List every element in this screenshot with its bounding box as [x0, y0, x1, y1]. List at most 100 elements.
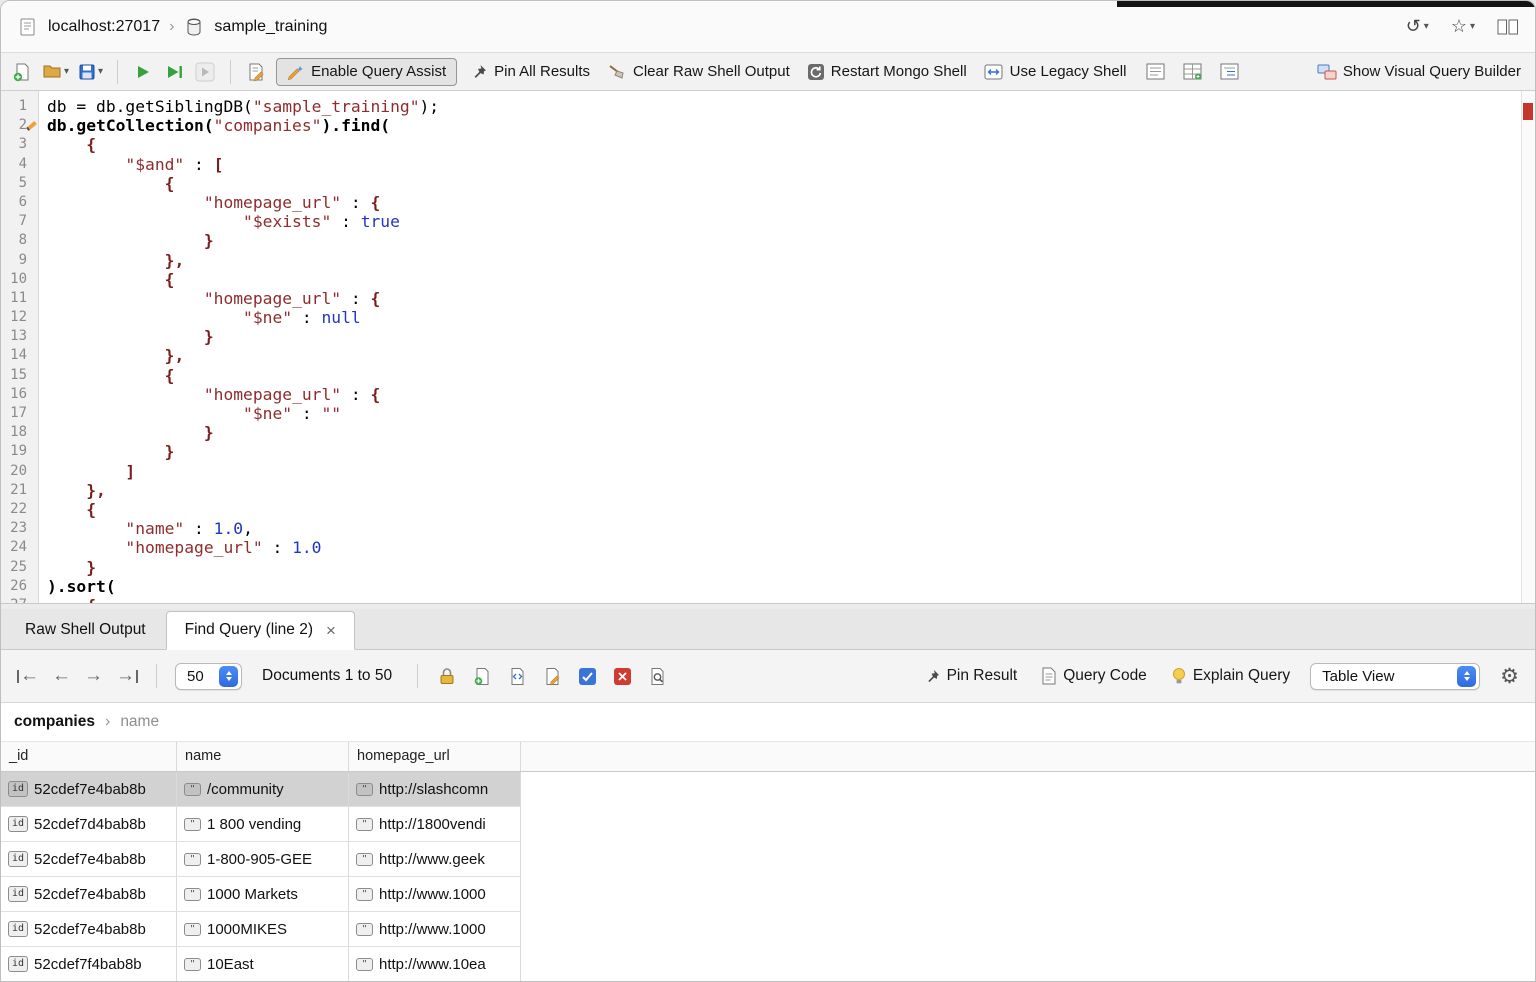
tab-raw-shell-output[interactable]: Raw Shell Output	[7, 612, 164, 649]
cell-id[interactable]: id52cdef7e4bab8b	[1, 912, 177, 946]
cell-id[interactable]: id52cdef7d4bab8b	[1, 807, 177, 841]
run-button[interactable]	[132, 60, 154, 84]
results-settings-button[interactable]: ⚙	[1500, 664, 1519, 689]
table-row[interactable]: id52cdef7e4bab8b"/community"http://slash…	[1, 772, 520, 807]
cell-name[interactable]: "1000 Markets	[177, 877, 349, 911]
table-row[interactable]: id52cdef7f4bab8b"10East"http://www.10ea	[1, 947, 520, 982]
next-page-button[interactable]: →	[84, 665, 103, 687]
cell-homepage-url[interactable]: "http://www.10ea	[349, 947, 520, 981]
editor-line[interactable]: 23 "name" : 1.0,	[1, 519, 1520, 538]
editor-line[interactable]: 3 {	[1, 135, 1520, 154]
cell-homepage-url[interactable]: "http://1800vendi	[349, 807, 520, 841]
column-header-id[interactable]: _id	[1, 742, 177, 771]
breadcrumb-collection[interactable]: companies	[14, 713, 95, 731]
editor-line[interactable]: 16 "homepage_url" : {	[1, 385, 1520, 404]
editor-line[interactable]: 27 {	[1, 596, 1520, 604]
view-mode-select[interactable]: Table View	[1310, 663, 1480, 690]
breadcrumb-field[interactable]: name	[120, 713, 159, 731]
favorites-button[interactable]: ☆▾	[1451, 16, 1475, 37]
lock-results-button[interactable]	[436, 664, 458, 688]
show-visual-query-builder-button[interactable]: Show Visual Query Builder	[1313, 61, 1525, 83]
editor-line[interactable]: 14 },	[1, 346, 1520, 365]
table-row[interactable]: id52cdef7e4bab8b"1-800-905-GEE"http://ww…	[1, 842, 520, 877]
last-page-button[interactable]: →	[116, 665, 138, 687]
query-code-button[interactable]: Query Code	[1037, 665, 1151, 687]
table-row[interactable]: id52cdef7e4bab8b"1000 Markets"http://www…	[1, 877, 520, 912]
shell-script-editor[interactable]: 1db = db.getSiblingDB("sample_training")…	[1, 91, 1535, 604]
open-button[interactable]: ▾	[42, 60, 69, 84]
editor-line[interactable]: 12 "$ne" : null	[1, 308, 1520, 327]
cell-homepage-url[interactable]: "http://slashcomn	[349, 772, 520, 806]
close-icon[interactable]: ×	[326, 622, 336, 639]
edit-query-button[interactable]	[245, 60, 267, 84]
cell-name[interactable]: "1 800 vending	[177, 807, 349, 841]
editor-line[interactable]: 1db = db.getSiblingDB("sample_training")…	[1, 97, 1520, 116]
editor-line[interactable]: 21 },	[1, 481, 1520, 500]
query-history-button[interactable]: ↺▾	[1406, 16, 1429, 37]
run-selection-button[interactable]	[194, 60, 216, 84]
editor-line[interactable]: 13 }	[1, 327, 1520, 346]
editor-line[interactable]: 10 {	[1, 270, 1520, 289]
cell-homepage-url[interactable]: "http://www.1000	[349, 912, 520, 946]
cell-homepage-url[interactable]: "http://www.geek	[349, 842, 520, 876]
editor-line[interactable]: 11 "homepage_url" : {	[1, 289, 1520, 308]
editor-line[interactable]: 26).sort(	[1, 577, 1520, 596]
first-page-button[interactable]: ←	[17, 665, 39, 687]
editor-line[interactable]: 2db.getCollection("companies").find(	[1, 116, 1520, 135]
tree-results-view-button[interactable]	[1219, 60, 1241, 84]
cell-name[interactable]: "/community	[177, 772, 349, 806]
previous-page-button[interactable]: ←	[52, 665, 71, 687]
editor-line[interactable]: 5 {	[1, 174, 1520, 193]
cell-homepage-url[interactable]: "http://www.1000	[349, 877, 520, 911]
editor-line[interactable]: 24 "homepage_url" : 1.0	[1, 538, 1520, 557]
column-header-homepage-url[interactable]: homepage_url	[349, 742, 521, 771]
editor-line[interactable]: 25 }	[1, 558, 1520, 577]
editor-line[interactable]: 7 "$exists" : true	[1, 212, 1520, 231]
table-row[interactable]: id52cdef7d4bab8b"1 800 vending"http://18…	[1, 807, 520, 842]
pin-result-button[interactable]: Pin Result	[920, 665, 1022, 687]
editor-line[interactable]: 19 }	[1, 442, 1520, 461]
run-to-cursor-button[interactable]	[163, 60, 185, 84]
cell-id[interactable]: id52cdef7e4bab8b	[1, 842, 177, 876]
cell-name[interactable]: "10East	[177, 947, 349, 981]
delete-documents-button[interactable]	[611, 664, 633, 688]
grid-results-view-button[interactable]	[1182, 60, 1204, 84]
edit-document-button[interactable]	[541, 664, 563, 688]
add-document-button[interactable]	[471, 664, 493, 688]
restart-mongo-shell-button[interactable]: Restart Mongo Shell	[803, 61, 971, 83]
use-legacy-shell-button[interactable]: Use Legacy Shell	[980, 61, 1131, 83]
editor-line[interactable]: 22 {	[1, 500, 1520, 519]
new-script-button[interactable]	[11, 60, 33, 84]
editor-line[interactable]: 8 }	[1, 231, 1520, 250]
table-row[interactable]: id52cdef7e4bab8b"1000MIKES"http://www.10…	[1, 912, 520, 947]
editor-line[interactable]: 6 "homepage_url" : {	[1, 193, 1520, 212]
editor-line[interactable]: 4 "$and" : [	[1, 155, 1520, 174]
view-document-button[interactable]	[506, 664, 528, 688]
explain-query-button[interactable]: Explain Query	[1167, 665, 1294, 687]
editor-line[interactable]: 15 {	[1, 366, 1520, 385]
cell-name[interactable]: "1000MIKES	[177, 912, 349, 946]
editor-line[interactable]: 9 },	[1, 251, 1520, 270]
pin-all-results-button[interactable]: Pin All Results	[466, 61, 594, 83]
text-results-view-button[interactable]	[1145, 60, 1167, 84]
save-button[interactable]: ▾	[78, 60, 103, 84]
column-header-name[interactable]: name	[177, 742, 349, 771]
cell-id[interactable]: id52cdef7e4bab8b	[1, 877, 177, 911]
layout-panels-button[interactable]	[1497, 15, 1519, 39]
cell-id[interactable]: id52cdef7e4bab8b	[1, 772, 177, 806]
editor-line[interactable]: 17 "$ne" : ""	[1, 404, 1520, 423]
error-stripe-marker[interactable]	[1523, 103, 1533, 120]
connection-host[interactable]: localhost:27017	[48, 18, 160, 36]
page-size-select[interactable]: 50	[175, 663, 242, 690]
clear-raw-shell-output-button[interactable]: Clear Raw Shell Output	[603, 61, 794, 83]
update-documents-button[interactable]	[576, 664, 598, 688]
editor-scrollbar[interactable]	[1521, 91, 1535, 603]
find-in-results-button[interactable]	[646, 664, 668, 688]
enable-query-assist-button[interactable]: Enable Query Assist	[276, 58, 457, 86]
cell-name[interactable]: "1-800-905-GEE	[177, 842, 349, 876]
database-name[interactable]: sample_training	[214, 18, 327, 36]
editor-line[interactable]: 18 }	[1, 423, 1520, 442]
cell-id[interactable]: id52cdef7f4bab8b	[1, 947, 177, 981]
editor-line[interactable]: 20 ]	[1, 462, 1520, 481]
tab-find-query[interactable]: Find Query (line 2) ×	[166, 611, 355, 650]
